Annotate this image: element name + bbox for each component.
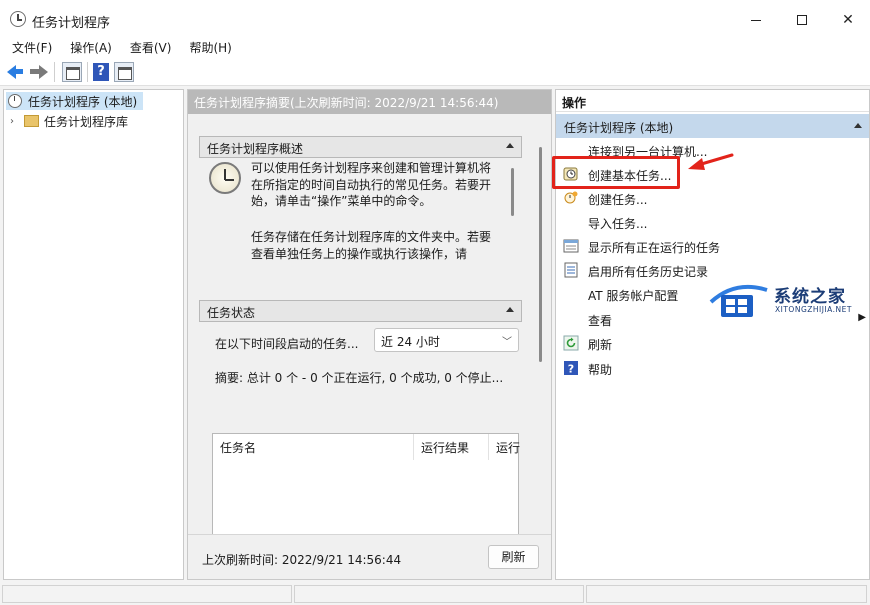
window-title: 任务计划程序 [32, 16, 111, 31]
help-icon: ? [564, 361, 578, 376]
action-import-task[interactable]: 导入任务... [556, 210, 869, 234]
maximize-button[interactable] [779, 0, 825, 40]
clock-icon [209, 162, 241, 194]
overview-text: 可以使用任务计划程序来创建和管理计算机将在所指定的时间自动执行的常见任务。若要开… [251, 161, 492, 208]
overview-scrollbar[interactable] [511, 168, 514, 216]
action-label: 刷新 [588, 338, 613, 352]
close-icon: ✕ [842, 12, 854, 28]
chevron-right-icon[interactable]: › [10, 116, 24, 127]
folder-clock-icon [24, 115, 39, 127]
watermark: 系统之家 XITONGZHIJIA.NET [705, 278, 865, 320]
back-arrow-icon[interactable] [7, 64, 25, 80]
action-label: AT 服务帐户配置 [588, 289, 679, 303]
title-bar: 任务计划程序 ✕ [0, 0, 870, 40]
column-header-run-result[interactable]: 运行结果 [414, 434, 489, 460]
action-label: 查看 [588, 314, 613, 328]
menu-action[interactable]: 操作(A) [64, 40, 118, 58]
console-tree: 任务计划程序 (本地) › 任务计划程序库 [3, 89, 184, 580]
collapse-up-icon[interactable] [506, 143, 514, 148]
summary-pane: 任务计划程序摘要(上次刷新时间: 2022/9/21 14:56:44) 任务计… [187, 89, 552, 580]
toolbar-separator [87, 62, 88, 82]
column-header-task-name[interactable]: 任务名 [213, 434, 414, 460]
menu-file[interactable]: 文件(F) [6, 40, 58, 58]
period-label: 在以下时间段启动的任务... [215, 337, 359, 351]
help-icon[interactable]: ? [93, 63, 109, 81]
watermark-title: 系统之家 [774, 287, 846, 307]
period-dropdown[interactable]: 近 24 小时 ﹀ [374, 328, 519, 352]
menu-bar: 文件(F) 操作(A) 查看(V) 帮助(H) [0, 40, 870, 58]
action-label: 帮助 [588, 363, 613, 377]
action-help[interactable]: ? 帮助 [556, 356, 869, 380]
status-bar [0, 583, 870, 605]
watermark-subtitle: XITONGZHIJIA.NET [775, 305, 852, 314]
actions-title: 操作 [556, 90, 869, 112]
overview-section-header[interactable]: 任务计划程序概述 [199, 136, 522, 158]
tree-item-label: 任务计划程序 (本地) [28, 94, 138, 109]
task-status-section-body: 在以下时间段启动的任务... 近 24 小时 ﹀ 摘要: 总计 0 个 - 0 … [199, 322, 522, 563]
show-hide-console-tree-icon[interactable] [62, 62, 82, 82]
summary-header: 任务计划程序摘要(上次刷新时间: 2022/9/21 14:56:44) [188, 90, 551, 114]
toolbar: ? [0, 58, 870, 86]
watermark-logo-icon [709, 285, 768, 317]
summary-scrollbar[interactable] [539, 147, 542, 362]
collapse-up-icon[interactable] [506, 307, 514, 312]
period-value: 近 24 小时 [381, 335, 440, 349]
history-icon [564, 262, 578, 278]
refresh-icon [563, 335, 579, 351]
running-tasks-icon [563, 239, 579, 253]
task-status-section-header[interactable]: 任务状态 [199, 300, 522, 322]
collapse-up-icon[interactable] [854, 123, 862, 128]
summary-body: 任务计划程序概述 可以使用任务计划程序来创建和管理计算机将在所指定的时间自动执行… [188, 114, 551, 563]
tree-item-task-scheduler-local[interactable]: 任务计划程序 (本地) [6, 92, 143, 110]
minimize-button[interactable] [733, 0, 779, 40]
status-cell [586, 585, 867, 603]
svg-text:?: ? [568, 363, 574, 376]
action-label: 显示所有正在运行的任务 [588, 241, 721, 255]
overview-text-2: 任务存储在任务计划程序库的文件夹中。若要查看单独任务上的操作或执行该操作，请 [251, 230, 492, 261]
action-refresh[interactable]: 刷新 [556, 331, 869, 355]
menu-help[interactable]: 帮助(H) [183, 40, 237, 58]
status-summary: 摘要: 总计 0 个 - 0 个正在运行, 0 个成功, 0 个停止... [215, 371, 504, 385]
actions-group-header[interactable]: 任务计划程序 (本地) [556, 114, 869, 138]
close-button[interactable]: ✕ [825, 0, 870, 40]
tree-item-task-library[interactable]: › 任务计划程序库 [10, 112, 128, 130]
last-refresh-time: 上次刷新时间: 2022/9/21 14:56:44 [202, 553, 402, 567]
chevron-down-icon: ﹀ [502, 337, 512, 348]
clock-icon [8, 94, 22, 108]
action-label: 导入任务... [588, 217, 648, 231]
forward-arrow-icon[interactable] [30, 64, 48, 80]
section-title: 任务状态 [207, 306, 256, 320]
action-label: 创建任务... [588, 193, 648, 207]
toolbar-separator [54, 62, 55, 82]
status-cell [294, 585, 584, 603]
actions-group-label: 任务计划程序 (本地) [564, 121, 674, 135]
menu-view[interactable]: 查看(V) [124, 40, 178, 58]
create-task-icon [564, 191, 578, 204]
action-create-task[interactable]: 创建任务... [556, 186, 869, 210]
action-show-running-tasks[interactable]: 显示所有正在运行的任务 [556, 234, 869, 258]
section-title: 任务计划程序概述 [207, 142, 304, 156]
overview-section-body: 可以使用任务计划程序来创建和管理计算机将在所指定的时间自动执行的常见任务。若要开… [199, 158, 522, 263]
show-hide-action-pane-icon[interactable] [114, 62, 134, 82]
red-arrow-annotation-icon [688, 153, 734, 170]
tree-item-label: 任务计划程序库 [44, 114, 129, 129]
action-label: 启用所有任务历史记录 [588, 265, 709, 279]
refresh-button[interactable]: 刷新 [488, 545, 539, 569]
column-header-run[interactable]: 运行 [489, 434, 520, 460]
maximize-icon [797, 15, 807, 25]
summary-footer: 上次刷新时间: 2022/9/21 14:56:44 刷新 [188, 534, 551, 579]
minimize-icon [751, 19, 761, 21]
highlight-annotation-box [552, 156, 680, 189]
task-scheduler-clock-icon [10, 11, 26, 27]
status-cell [2, 585, 292, 603]
